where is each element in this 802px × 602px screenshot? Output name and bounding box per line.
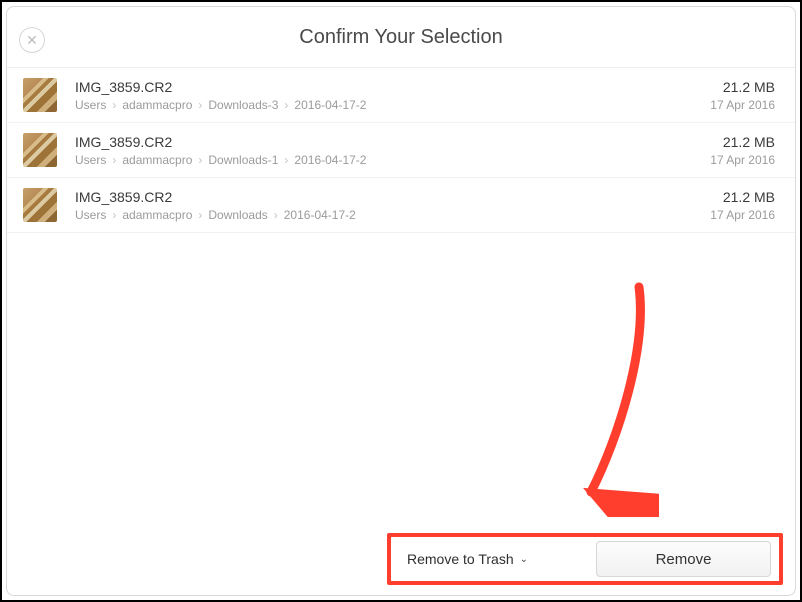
close-button[interactable]: ✕ (19, 27, 45, 53)
file-path: UsersadammacproDownloads-12016-04-17-2 (75, 153, 710, 167)
file-meta: IMG_3859.CR2 UsersadammacproDownloads2016… (75, 189, 710, 222)
file-meta: IMG_3859.CR2 UsersadammacproDownloads-120… (75, 134, 710, 167)
file-right-meta: 21.2 MB 17 Apr 2016 (710, 79, 775, 112)
breadcrumb-segment: Users (75, 153, 122, 167)
footer: Remove to Trash ⌄ Remove (7, 525, 795, 595)
file-list: IMG_3859.CR2UsersadammacproDownloads-320… (7, 68, 795, 525)
remove-mode-dropdown[interactable]: Remove to Trash ⌄ (407, 551, 596, 567)
breadcrumb-segment: adammacpro (122, 98, 208, 112)
breadcrumb-segment: 2016-04-17-2 (294, 153, 366, 167)
file-date: 17 Apr 2016 (710, 153, 775, 167)
file-size: 21.2 MB (710, 134, 775, 150)
titlebar: ✕ Confirm Your Selection (7, 7, 795, 68)
breadcrumb-segment: 2016-04-17-2 (284, 208, 356, 222)
highlight-box: Remove to Trash ⌄ Remove (387, 533, 783, 585)
file-meta: IMG_3859.CR2 UsersadammacproDownloads-320… (75, 79, 710, 112)
file-thumbnail (23, 188, 57, 222)
file-row[interactable]: IMG_3859.CR2 UsersadammacproDownloads-320… (7, 68, 795, 123)
file-name: IMG_3859.CR2 (75, 189, 710, 205)
file-size: 21.2 MB (710, 189, 775, 205)
file-thumbnail (23, 78, 57, 112)
file-name: IMG_3859.CR2 (75, 134, 710, 150)
file-row[interactable]: IMG_3859.CR2 UsersadammacproDownloads-120… (7, 123, 795, 178)
breadcrumb-segment: Users (75, 98, 122, 112)
remove-button[interactable]: Remove (596, 541, 771, 577)
breadcrumb-segment: Downloads-3 (208, 98, 294, 112)
breadcrumb-segment: 2016-04-17-2 (294, 98, 366, 112)
breadcrumb-segment: Downloads (208, 208, 283, 222)
file-path: UsersadammacproDownloads2016-04-17-2 (75, 208, 710, 222)
breadcrumb-segment: Downloads-1 (208, 153, 294, 167)
close-icon: ✕ (26, 32, 38, 49)
dialog-window: ✕ Confirm Your Selection IMG_3859.CR2 Use… (6, 6, 796, 596)
file-row[interactable]: IMG_3859.CR2 UsersadammacproDownloads2016… (7, 178, 795, 233)
dropdown-label: Remove to Trash (407, 551, 514, 567)
file-size: 21.2 MB (710, 79, 775, 95)
file-path: UsersadammacproDownloads-32016-04-17-2 (75, 98, 710, 112)
dialog-title: Confirm Your Selection (299, 26, 502, 49)
file-name: IMG_3859.CR2 (75, 79, 710, 95)
file-thumbnail (23, 133, 57, 167)
file-date: 17 Apr 2016 (710, 208, 775, 222)
chevron-down-icon: ⌄ (520, 554, 528, 565)
breadcrumb-segment: Users (75, 208, 122, 222)
breadcrumb-segment: adammacpro (122, 208, 208, 222)
file-date: 17 Apr 2016 (710, 98, 775, 112)
file-right-meta: 21.2 MB 17 Apr 2016 (710, 134, 775, 167)
file-right-meta: 21.2 MB 17 Apr 2016 (710, 189, 775, 222)
breadcrumb-segment: adammacpro (122, 153, 208, 167)
